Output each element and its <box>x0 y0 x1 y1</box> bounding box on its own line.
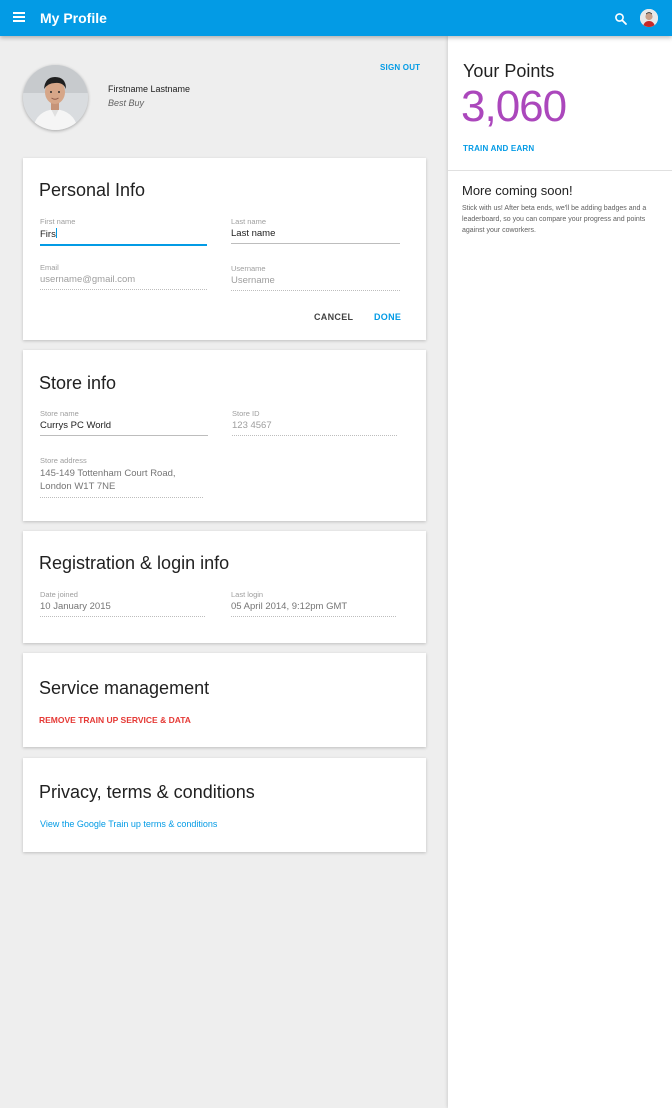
first-name-value[interactable]: Firs <box>40 228 207 244</box>
field-underline-disabled <box>40 497 203 498</box>
profile-avatar <box>23 65 88 130</box>
card-title: Registration & login info <box>39 553 230 573</box>
field-underline-disabled <box>231 616 396 617</box>
field-underline-disabled <box>232 435 397 436</box>
profile-name: Firstname Lastname <box>108 84 191 94</box>
last-name-value[interactable]: Last name <box>231 228 400 243</box>
store-info-card: Store info Store name Currys PC World St… <box>23 350 426 521</box>
store-id-value: 123 4567 <box>232 420 272 431</box>
field-underline <box>40 435 208 436</box>
store-id-field: Store ID 123 4567 <box>232 409 397 436</box>
last-login-value: 05 April 2014, 9:12pm GMT <box>231 601 348 612</box>
terms-link[interactable]: View the Google Train up terms & conditi… <box>40 819 217 829</box>
store-name-value[interactable]: Currys PC World <box>40 420 208 435</box>
field-underline-active <box>40 244 207 246</box>
store-address-value: 145-149 Tottenham Court Road, London W1T… <box>40 467 203 497</box>
field-label: Store address <box>40 456 87 465</box>
train-and-earn-button[interactable]: TRAIN AND EARN <box>463 144 534 153</box>
search-icon[interactable] <box>614 12 628 26</box>
username-value: Username <box>231 275 275 286</box>
field-underline-disabled <box>40 616 205 617</box>
address-line-1: 145-149 Tottenham Court Road, <box>40 468 176 479</box>
points-title: Your Points <box>463 61 555 81</box>
profile-store: Best Buy <box>108 98 145 108</box>
field-label: First name <box>40 217 76 226</box>
date-joined-field: Date joined 10 January 2015 <box>40 590 205 617</box>
page-title: My Profile <box>40 10 107 26</box>
date-joined-value: 10 January 2015 <box>40 601 111 612</box>
personal-info-card: Personal Info First name Firs Last name … <box>23 158 426 340</box>
username-field: Username Username <box>231 264 400 291</box>
divider <box>448 170 672 171</box>
coming-soon-text: Stick with us! After beta ends, we'll be… <box>462 205 647 234</box>
field-underline-disabled <box>231 290 400 291</box>
email-field: Email username@gmail.com <box>40 263 207 290</box>
text-caret <box>55 228 57 238</box>
registration-card: Registration & login info Date joined 10… <box>23 531 426 643</box>
first-name-field[interactable]: First name Firs <box>40 217 207 246</box>
cancel-button[interactable]: CANCEL <box>314 312 353 322</box>
field-label: Store name <box>40 409 79 418</box>
card-title: Personal Info <box>39 180 146 200</box>
app-bar: My Profile <box>0 0 672 36</box>
store-address-field: Store address 145-149 Tottenham Court Ro… <box>40 456 203 498</box>
card-title: Store info <box>39 373 117 393</box>
field-label: Date joined <box>40 590 78 599</box>
card-title: Service management <box>39 678 210 698</box>
first-name-input-text: Firs <box>40 229 56 240</box>
last-name-field[interactable]: Last name Last name <box>231 217 400 244</box>
points-panel: Your Points 3,060 TRAIN AND EARN More co… <box>448 36 672 1108</box>
field-underline <box>231 243 400 244</box>
last-login-field: Last login 05 April 2014, 9:12pm GMT <box>231 590 396 617</box>
field-label: Last name <box>231 217 267 226</box>
field-label: Store ID <box>232 409 260 418</box>
remove-service-button[interactable]: REMOVE TRAIN UP SERVICE & DATA <box>39 715 191 725</box>
field-label: Username <box>231 264 266 273</box>
field-label: Email <box>40 263 59 272</box>
field-label: Last login <box>231 590 264 599</box>
card-title: Privacy, terms & conditions <box>39 782 255 802</box>
field-underline-disabled <box>40 289 207 290</box>
hamburger-menu-icon[interactable] <box>13 12 25 24</box>
account-avatar[interactable] <box>640 9 658 27</box>
done-button[interactable]: DONE <box>374 312 401 322</box>
store-name-field[interactable]: Store name Currys PC World <box>40 409 208 436</box>
privacy-card: Privacy, terms & conditions View the Goo… <box>23 758 426 852</box>
address-line-2: London W1T 7NE <box>40 481 116 492</box>
points-value: 3,060 <box>461 82 567 131</box>
service-management-card: Service management REMOVE TRAIN UP SERVI… <box>23 653 426 747</box>
email-value: username@gmail.com <box>40 274 136 285</box>
coming-soon-title: More coming soon! <box>462 183 573 198</box>
sign-out-button[interactable]: SIGN OUT <box>380 63 420 72</box>
